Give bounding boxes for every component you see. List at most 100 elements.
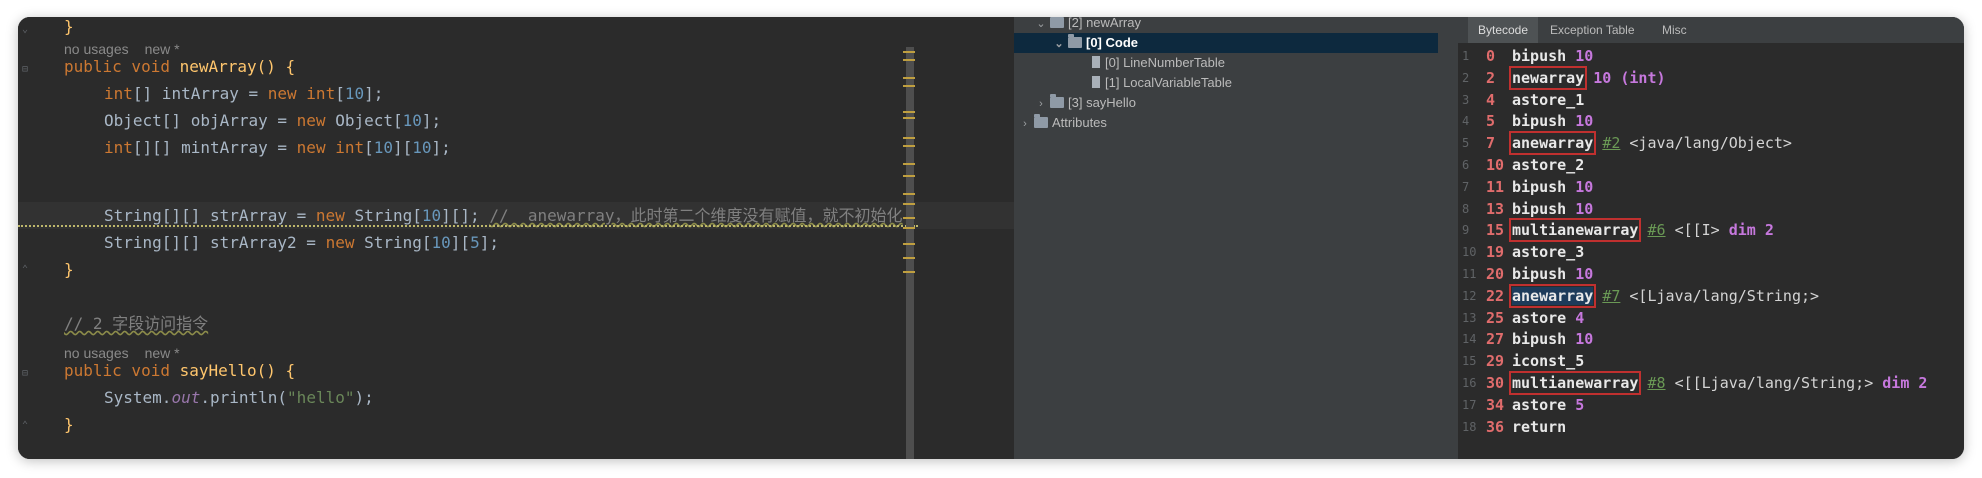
bytecode-row[interactable]: 17 34 astore 5 — [1458, 394, 1964, 416]
bytecode-row[interactable]: 12 22 anewarray #7 <[Ljava/lang/String;> — [1458, 283, 1964, 308]
instruction-mnemonic[interactable]: return — [1512, 418, 1566, 436]
tree-node-linenumbertable[interactable]: [0] LineNumberTable — [1090, 53, 1225, 73]
scroll-marker[interactable] — [903, 85, 915, 87]
dimension-label: dim 2 — [1882, 374, 1928, 392]
tree-node-attributes[interactable]: › Attributes — [1018, 113, 1107, 133]
line-number: 18 — [1462, 419, 1477, 434]
bytecode-offset: 13 — [1486, 199, 1505, 218]
line-number: 13 — [1462, 310, 1477, 325]
bytecode-offset: 0 — [1486, 47, 1496, 65]
scroll-marker[interactable] — [903, 163, 915, 165]
fold-icon[interactable]: ⌃ — [22, 421, 32, 431]
bytecode-row[interactable]: 6 10 astore_2 — [1458, 154, 1964, 176]
scroll-marker[interactable] — [903, 227, 915, 229]
instruction-group: astore 4 — [1512, 307, 1584, 329]
bytecode-row[interactable]: 10 19 astore_3 — [1458, 241, 1964, 263]
constant-text: <[[I> — [1674, 221, 1729, 240]
instruction-mnemonic[interactable]: astore — [1512, 396, 1566, 414]
code-editor[interactable]: ⌄ } no usages new * ⊟ public void newArra… — [18, 17, 1014, 459]
constant-pool-link[interactable]: #6 — [1647, 221, 1665, 239]
constant-pool-link[interactable]: #8 — [1647, 374, 1665, 392]
scroll-marker[interactable] — [903, 203, 915, 205]
fold-icon[interactable]: ⌄ — [22, 25, 32, 35]
bytecode-row[interactable]: 7 11 bipush 10 — [1458, 176, 1964, 198]
instruction-mnemonic[interactable]: multianewarray — [1508, 218, 1642, 243]
instruction-mnemonic[interactable]: iconst_5 — [1512, 352, 1584, 370]
instruction-mnemonic[interactable]: bipush — [1512, 112, 1566, 130]
chevron-down-icon[interactable]: ⌄ — [1052, 34, 1066, 54]
fold-icon[interactable]: ⊟ — [22, 369, 32, 379]
scroll-marker[interactable] — [903, 145, 915, 147]
scroll-marker[interactable] — [903, 193, 915, 195]
bytecode-row[interactable]: 18 36 return — [1458, 416, 1964, 438]
instruction-group: astore_1 — [1512, 89, 1584, 111]
bytecode-row[interactable]: 3 4 astore_1 — [1458, 89, 1964, 111]
bytecode-row[interactable]: 15 29 iconst_5 — [1458, 350, 1964, 372]
fold-icon[interactable]: ⌃ — [22, 265, 32, 275]
tab-bytecode[interactable]: Bytecode — [1468, 17, 1539, 43]
instruction-mnemonic[interactable]: anewarray — [1508, 283, 1597, 308]
constant-pool-link[interactable]: #7 — [1602, 287, 1620, 305]
instruction-mnemonic[interactable]: newarray — [1508, 65, 1588, 90]
tab-misc[interactable]: Misc — [1652, 17, 1697, 43]
instruction-mnemonic[interactable]: bipush — [1512, 265, 1566, 283]
scroll-marker[interactable] — [903, 77, 915, 79]
tree-node-newarray[interactable]: ⌄ [2] newArray — [1034, 17, 1141, 33]
instruction-mnemonic[interactable]: astore_2 — [1512, 156, 1584, 174]
tree-node-code[interactable]: ⌄ [0] Code — [1014, 33, 1438, 53]
tree-node-localvariabletable[interactable]: [1] LocalVariableTable — [1090, 73, 1232, 93]
bytecode-row[interactable]: 14 27 bipush 10 — [1458, 328, 1964, 350]
bytecode-row[interactable]: 8 13 bipush 10 — [1458, 198, 1964, 220]
instruction-mnemonic[interactable]: bipush — [1512, 200, 1566, 218]
line-number: 11 — [1462, 267, 1477, 281]
scroll-marker[interactable] — [903, 117, 915, 119]
line-number: 14 — [1462, 332, 1477, 347]
scroll-marker[interactable] — [903, 257, 915, 259]
editor-scrollbar-thumb[interactable] — [906, 47, 914, 459]
tree-node-sayhello[interactable]: › [3] sayHello — [1034, 93, 1136, 113]
chevron-right-icon[interactable]: › — [1018, 114, 1032, 134]
bytecode-row[interactable]: 9 15 multianewarray #6 <[[I> dim 2 — [1458, 218, 1964, 243]
instruction-mnemonic[interactable]: astore_1 — [1512, 91, 1584, 109]
scroll-marker[interactable] — [903, 137, 915, 139]
scroll-marker[interactable] — [903, 217, 915, 219]
bytecode-row[interactable]: 11 20 bipush 10 — [1458, 263, 1964, 285]
operand-value: 10 — [1575, 199, 1594, 218]
instruction-group: newarray 10 (int) — [1508, 65, 1666, 90]
method-signature: public void newArray() { — [64, 57, 296, 76]
scroll-marker[interactable] — [903, 175, 915, 177]
fold-icon[interactable]: ⊟ — [22, 65, 32, 75]
instruction-mnemonic[interactable]: bipush — [1512, 178, 1566, 196]
instruction-mnemonic[interactable]: astore — [1512, 309, 1566, 327]
bytecode-row[interactable]: 16 30 multianewarray #8 <[[Ljava/lang/Stri… — [1458, 371, 1964, 395]
chevron-down-icon[interactable]: ⌄ — [1034, 17, 1048, 34]
scroll-marker[interactable] — [903, 243, 915, 245]
scroll-marker[interactable] — [903, 111, 915, 113]
scroll-marker[interactable] — [903, 59, 915, 61]
line-number: 17 — [1462, 397, 1477, 412]
instruction-mnemonic[interactable]: astore_3 — [1512, 243, 1584, 261]
line-number: 1 — [1462, 49, 1470, 63]
scroll-marker[interactable] — [903, 51, 915, 53]
instruction-mnemonic[interactable]: bipush — [1512, 330, 1566, 348]
bytecode-row[interactable]: 13 25 astore 4 — [1458, 307, 1964, 329]
line-number: 12 — [1462, 288, 1477, 303]
bytecode-row[interactable]: 2 2 newarray 10 (int) — [1458, 65, 1964, 90]
instruction-mnemonic[interactable]: bipush — [1512, 47, 1566, 65]
instruction-group: bipush 10 — [1512, 45, 1593, 67]
code-line: int[][] mintArray = new int[10][10]; — [104, 138, 451, 157]
scroll-marker[interactable] — [903, 271, 915, 273]
operand-value: 10 — [1575, 47, 1594, 65]
constant-pool-link[interactable]: #2 — [1602, 134, 1620, 152]
bytecode-offset: 7 — [1486, 134, 1496, 153]
instruction-mnemonic[interactable]: multianewarray — [1508, 371, 1642, 395]
bytecode-row[interactable]: 5 7 anewarray #2 <java/lang/Object> — [1458, 131, 1964, 156]
tab-exception-table[interactable]: Exception Table — [1540, 17, 1645, 43]
bytecode-row[interactable]: 4 5 bipush 10 — [1458, 110, 1964, 132]
bytecode-row[interactable]: 1 0 bipush 10 — [1458, 45, 1964, 67]
operand-value: 10 — [1575, 177, 1594, 196]
folder-icon — [1050, 17, 1064, 28]
constant-text: <java/lang/Object> — [1629, 134, 1792, 153]
instruction-mnemonic[interactable]: anewarray — [1508, 131, 1597, 156]
chevron-right-icon[interactable]: › — [1034, 94, 1048, 114]
